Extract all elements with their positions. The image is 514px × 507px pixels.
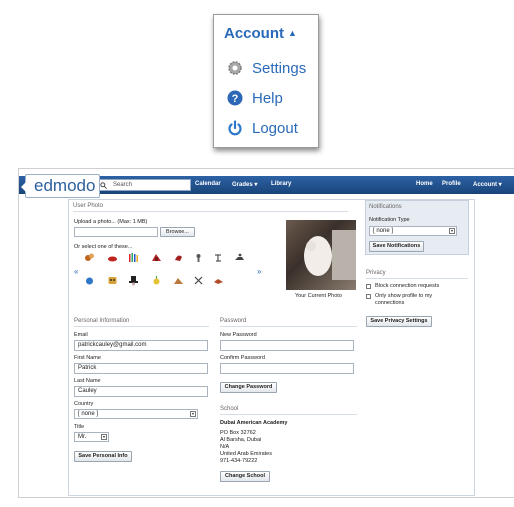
nav-grades[interactable]: Grades ▾ (232, 181, 257, 188)
only-connections-label-cont: connections (375, 300, 405, 306)
notification-type-value: [ none ] (373, 228, 394, 234)
school-phone: 971-434-79222 (220, 458, 258, 464)
email-field[interactable]: patrickcauley@gmail.com (74, 340, 208, 351)
nav-home[interactable]: Home (416, 181, 433, 187)
divider (220, 326, 357, 327)
confirm-password-field[interactable] (220, 363, 354, 374)
school-address-line: PO Box 32762 (220, 430, 256, 436)
country-label: Country (74, 401, 94, 407)
menu-item-help[interactable]: ? Help (226, 89, 283, 107)
menu-item-label: Help (252, 89, 283, 107)
notifications-panel: Notifications Notification Type [ none ]… (365, 200, 469, 255)
save-privacy-button[interactable]: Save Privacy Settings (366, 316, 432, 327)
prev-photos-arrow[interactable]: « (74, 267, 78, 276)
section-notifications: Notifications (369, 204, 402, 210)
only-connections-checkbox[interactable] (366, 294, 371, 299)
avatar-option[interactable] (193, 275, 204, 286)
power-icon (226, 119, 244, 137)
next-photos-arrow[interactable]: » (257, 267, 261, 276)
dropdown-arrow-icon: ▾ (449, 228, 455, 234)
avatar-option[interactable] (84, 252, 95, 263)
search-placeholder: Search (113, 182, 133, 188)
dropdown-arrow-icon: ▾ (190, 411, 196, 417)
school-address-line: N/A (220, 444, 230, 450)
settings-content: User Photo Upload a photo... (Max: 1 MB)… (68, 199, 475, 496)
avatar-option[interactable] (234, 252, 245, 263)
last-name-label: Last Name (74, 378, 101, 384)
title-select[interactable]: Mr. ▾ (74, 432, 109, 442)
avatar-option[interactable] (107, 252, 118, 263)
caret-up-icon: ▲ (288, 28, 297, 38)
school-name: Dubai American Academy (220, 420, 288, 426)
avatar-option[interactable] (84, 275, 95, 286)
title-label: Title (74, 424, 85, 430)
upload-label: Upload a photo... (Max: 1 MB) (74, 219, 148, 225)
browse-button[interactable]: Browse... (160, 227, 195, 237)
first-name-label: First Name (74, 355, 101, 361)
select-photo-label: Or select one of these... (74, 244, 133, 250)
divider (366, 278, 468, 279)
divider (73, 211, 348, 212)
first-name-field[interactable]: Patrick (74, 363, 208, 374)
menu-item-label: Settings (252, 59, 307, 77)
notification-type-select[interactable]: [ none ] ▾ (369, 226, 457, 236)
menu-item-logout[interactable]: Logout (226, 119, 298, 137)
change-school-button[interactable]: Change School (220, 471, 270, 482)
save-personal-info-button[interactable]: Save Personal Info (74, 451, 132, 462)
save-notifications-button[interactable]: Save Notifications (369, 241, 424, 252)
block-requests-label: Block connection requests (375, 283, 440, 289)
school-address-line: United Arab Emirates (220, 451, 272, 457)
section-privacy: Privacy (366, 270, 386, 276)
divider (74, 326, 209, 327)
nav-account[interactable]: Account ▾ (473, 181, 502, 188)
settings-page: Search Calendar Grades ▾ Library Home Pr… (18, 168, 514, 498)
only-connections-label: Only show profile to my (375, 293, 433, 299)
edmodo-logo[interactable]: edmodo (21, 174, 100, 198)
last-name-field[interactable]: Cauley (74, 386, 208, 397)
current-photo (286, 220, 356, 290)
email-label: Email (74, 332, 88, 338)
current-photo-caption: Your Current Photo (295, 293, 342, 299)
avatar-option[interactable] (213, 275, 224, 286)
upload-file-field[interactable] (74, 227, 158, 237)
nav-library[interactable]: Library (271, 181, 291, 187)
avatar-option[interactable] (128, 252, 139, 263)
nav-profile[interactable]: Profile (442, 181, 461, 187)
avatar-option[interactable] (128, 275, 139, 286)
avatar-option[interactable] (151, 275, 162, 286)
section-user-photo: User Photo (73, 203, 104, 209)
school-address-line: Al Barsha, Dubai (220, 437, 262, 443)
nav-calendar[interactable]: Calendar (195, 181, 221, 187)
avatar-option[interactable] (107, 275, 118, 286)
svg-text:?: ? (232, 93, 239, 105)
account-menu-header[interactable]: Account ▲ (224, 25, 297, 42)
gear-icon (226, 59, 244, 77)
search-icon (100, 181, 107, 189)
avatar-option[interactable] (193, 252, 204, 263)
divider (220, 414, 357, 415)
avatar-option[interactable] (213, 252, 224, 263)
section-password: Password (220, 318, 247, 324)
dropdown-arrow-icon: ▾ (101, 434, 107, 440)
country-select[interactable]: [ none ] ▾ (74, 409, 198, 419)
avatar-option[interactable] (173, 275, 184, 286)
new-password-field[interactable] (220, 340, 354, 351)
change-password-button[interactable]: Change Password (220, 382, 277, 393)
confirm-password-label: Confirm Password (220, 355, 265, 361)
section-personal-info: Personal Information (74, 318, 130, 324)
menu-item-label: Logout (252, 119, 298, 137)
avatar-option[interactable] (151, 252, 162, 263)
help-icon: ? (226, 89, 244, 107)
block-requests-checkbox[interactable] (366, 284, 371, 289)
avatar-option[interactable] (173, 252, 184, 263)
menu-item-settings[interactable]: Settings (226, 59, 306, 77)
title-value: Mr. (78, 434, 87, 440)
notification-type-label: Notification Type (369, 217, 410, 223)
section-school: School (220, 406, 239, 412)
account-dropdown: Account ▲ Settings ? Help Logout (213, 14, 319, 148)
country-value: [ none ] (78, 411, 99, 417)
new-password-label: New Password (220, 332, 257, 338)
account-menu-title: Account (224, 25, 284, 42)
search-box[interactable]: Search (96, 179, 191, 191)
